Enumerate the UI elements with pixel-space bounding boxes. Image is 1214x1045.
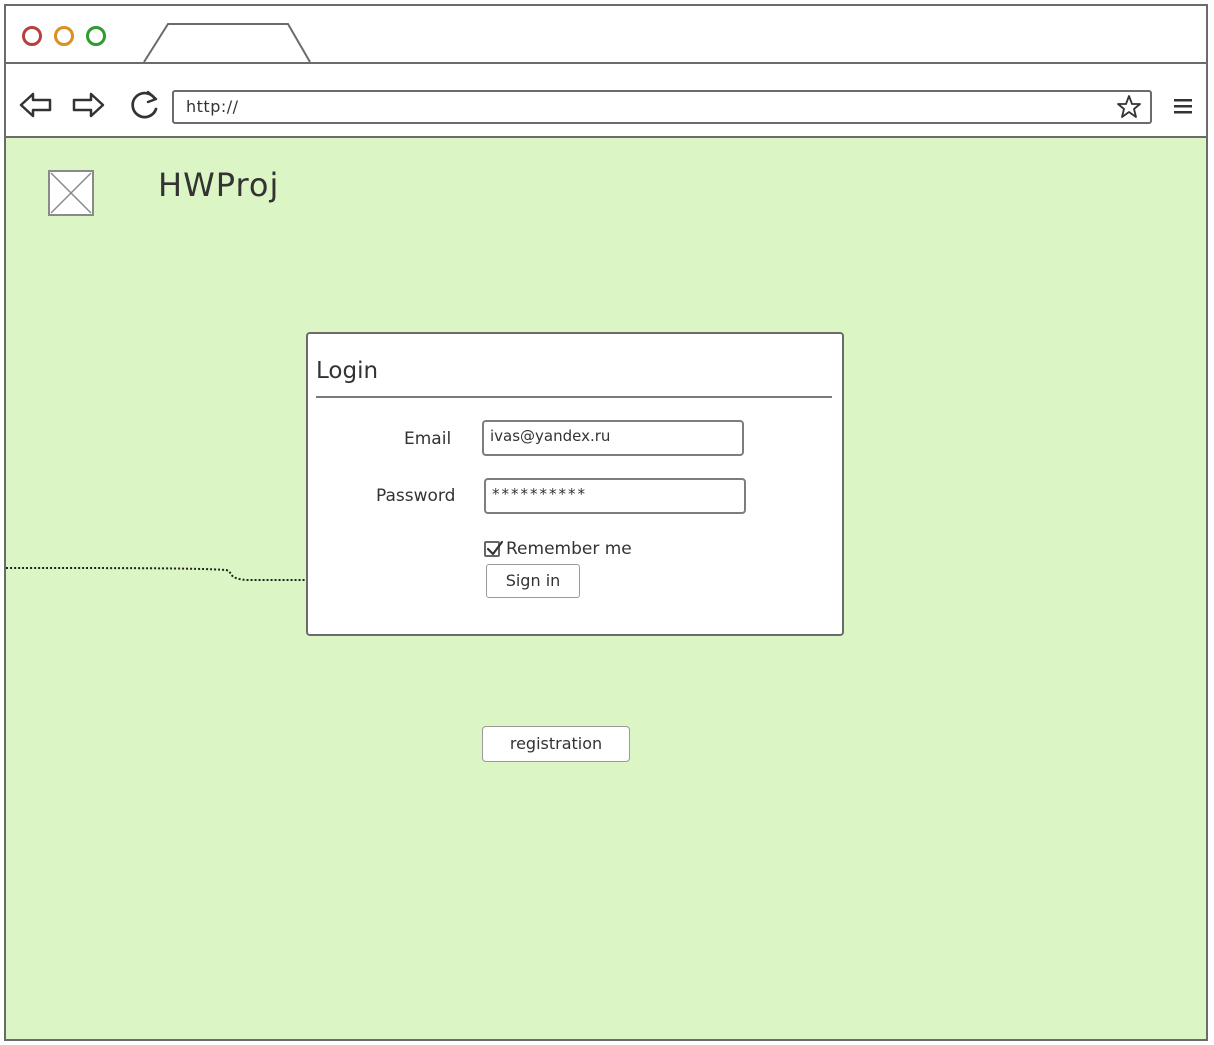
page-content: HWProj Login Email ivas@yandex.ru Passwo… [6, 138, 1206, 1039]
image-placeholder-icon [50, 172, 92, 214]
remember-me-checkbox[interactable] [484, 540, 504, 557]
check-icon [486, 540, 504, 556]
star-icon[interactable] [1116, 94, 1142, 120]
browser-window: http:// HWProj Login Email ivas@yandex.r… [4, 4, 1208, 1041]
logo-image-placeholder [48, 170, 94, 216]
browser-titlebar [6, 6, 1206, 64]
url-text: http:// [186, 97, 239, 116]
browser-tab[interactable] [142, 22, 312, 62]
email-label: Email [404, 429, 452, 449]
brand-title: HWProj [158, 166, 280, 204]
login-panel: Login Email ivas@yandex.ru Password ****… [306, 332, 844, 636]
sign-in-button[interactable]: Sign in [486, 564, 580, 598]
password-label: Password [376, 486, 456, 506]
minimize-window-button[interactable] [54, 26, 74, 46]
maximize-window-button[interactable] [86, 26, 106, 46]
password-field[interactable]: ********** [484, 478, 746, 514]
email-field[interactable]: ivas@yandex.ru [482, 420, 744, 456]
login-title: Login [316, 358, 379, 384]
back-arrow-icon[interactable] [18, 88, 54, 122]
registration-button[interactable]: registration [482, 726, 630, 762]
address-bar[interactable]: http:// [172, 90, 1152, 124]
remember-me-label: Remember me [506, 539, 632, 559]
forward-arrow-icon[interactable] [70, 88, 106, 122]
reload-icon[interactable] [126, 88, 162, 122]
close-window-button[interactable] [22, 26, 42, 46]
browser-navbar: http:// [6, 64, 1206, 138]
hamburger-menu-icon[interactable] [1172, 96, 1194, 116]
login-divider [316, 396, 832, 398]
